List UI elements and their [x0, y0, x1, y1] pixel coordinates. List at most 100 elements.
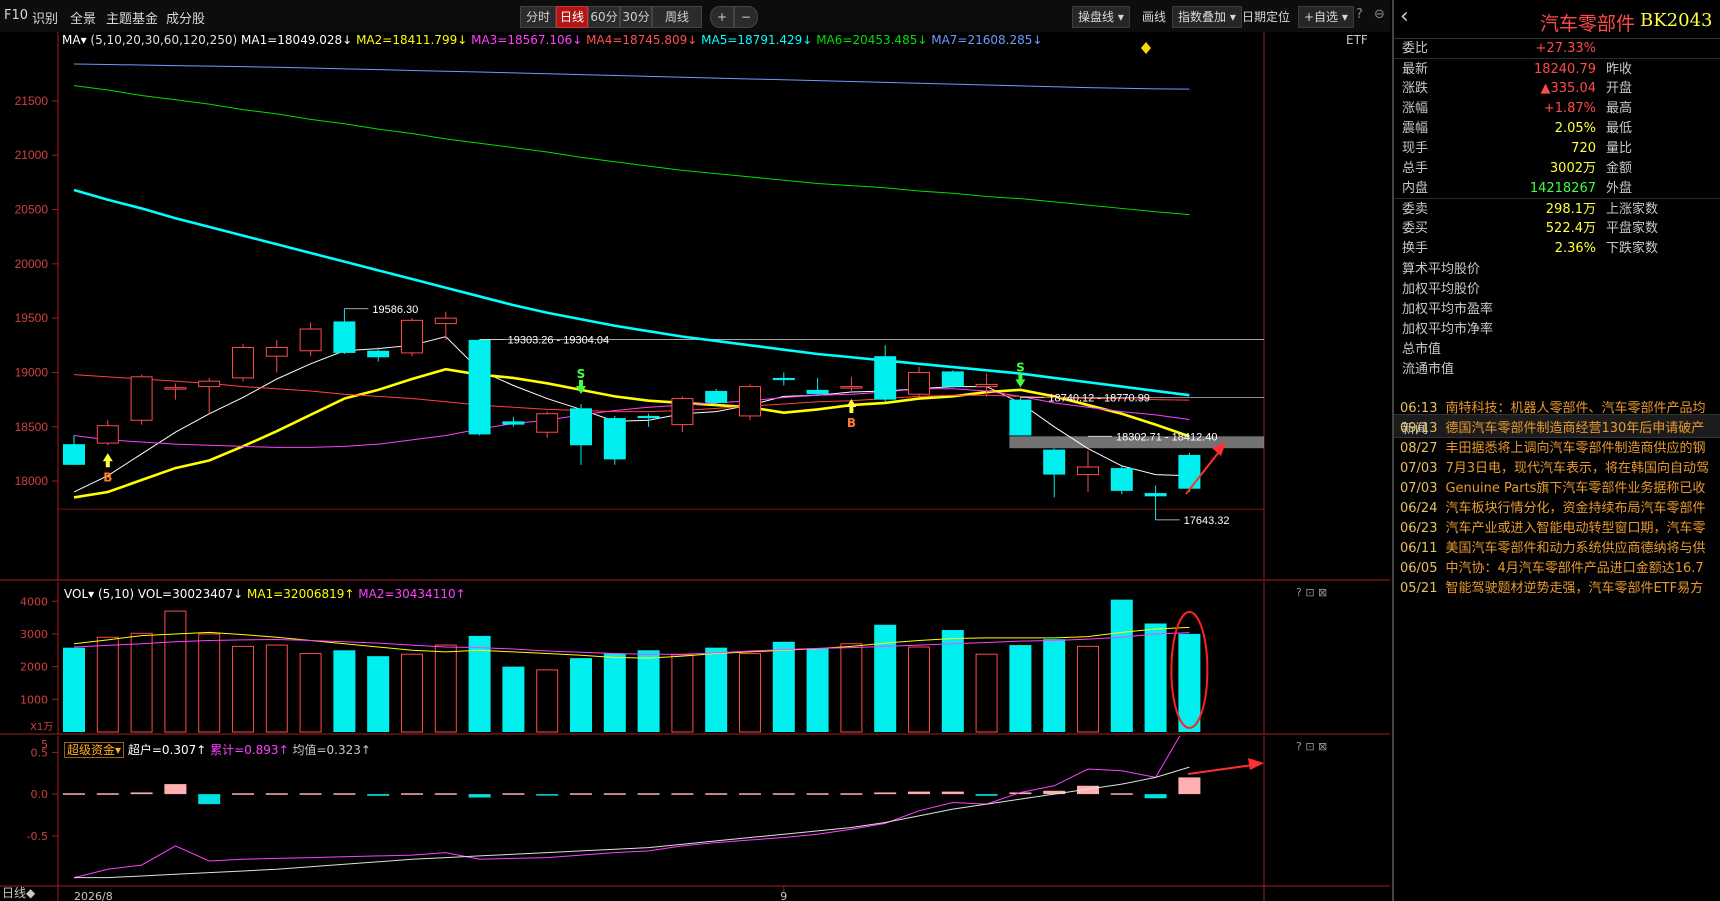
ma-header: MA▾ (5,10,20,30,60,120,250) MA1=18049.02… — [62, 33, 1042, 47]
volume-bar — [434, 644, 457, 733]
ma4-value: MA4=18745.809↓ — [586, 33, 698, 47]
fund-bar — [840, 793, 863, 795]
sell-signal-label: S — [1016, 360, 1025, 374]
news-item[interactable]: 09/13 德国汽车零部件制造商经营130年后申请破产 — [1400, 418, 1720, 440]
f10-button[interactable]: F10 — [4, 8, 28, 23]
volume-selector[interactable]: VOL▾ (5,10) — [64, 587, 134, 601]
fund-bar — [63, 793, 85, 795]
period-tab-timeshare[interactable]: 分时 — [520, 6, 556, 28]
candle — [941, 370, 964, 388]
candle-body — [468, 339, 491, 435]
period-tab-weekly[interactable]: 周线 — [652, 6, 702, 28]
news-headline[interactable]: 美国汽车零部件和动力系统供应商德纳将与供 — [1445, 541, 1705, 556]
x-axis-date-label: 2026/8 — [74, 890, 113, 901]
volume-bar — [1110, 599, 1133, 732]
news-headline[interactable]: 汽车产业或进入智能电动转型窗口期，汽车零 — [1445, 521, 1705, 536]
sector-stat-row: 总市值 — [1402, 342, 1442, 357]
fund-bar — [130, 792, 153, 795]
fund-bar — [671, 793, 694, 795]
news-item[interactable]: 06/24 汽车板块行情分化，资金持续布局汽车零部件 — [1400, 498, 1720, 520]
candlestick-chart[interactable]: 18000 18500 19000 19500 20000 20500 21000 21500… — [0, 32, 1390, 581]
news-date: 06/05 — [1400, 561, 1438, 576]
buy-signal-label: B — [103, 470, 112, 484]
etf-label[interactable]: ETF — [1346, 33, 1368, 47]
news-item[interactable]: 05/21 智能驾驶题材逆势走强，汽车零部件ETF易方 — [1400, 578, 1720, 600]
identify-button[interactable]: 识别 — [32, 8, 58, 27]
volume-y-tick-label: 4000 — [20, 595, 48, 608]
volume-bar — [975, 653, 998, 733]
period-indicator[interactable]: 日线◆ — [2, 884, 35, 901]
fund-bar — [434, 793, 457, 795]
add-watchlist-dropdown[interactable]: +自选 ▾ — [1298, 6, 1354, 28]
news-item[interactable]: 07/03 Genuine Parts旗下汽车零部件业务据称已收 — [1400, 478, 1720, 500]
fund-tools-icon: ? ⊡ ⊠ — [1296, 740, 1327, 753]
quote-value: 522.4万 — [1545, 221, 1596, 236]
volume-bar — [164, 610, 187, 733]
news-item[interactable]: 06/05 中汽协：4月汽车零部件产品进口金额达16.7 — [1400, 558, 1720, 580]
constituents-button[interactable]: 成分股 — [166, 8, 205, 27]
ma1-value: MA1=18049.028↓ — [241, 33, 353, 47]
buy-signal-label: B — [847, 416, 856, 430]
quote-row: 委买 522.4万 平盘家数 — [1394, 218, 1720, 240]
panorama-button[interactable]: 全景 — [70, 8, 96, 27]
quote-label: 换手 — [1402, 241, 1429, 256]
candle — [130, 374, 153, 425]
close-panel-icon[interactable]: ⊖ — [1374, 7, 1385, 22]
period-tab-30min[interactable]: 30分 — [620, 6, 652, 28]
theme-fund-button[interactable]: 主题基金 — [106, 8, 158, 27]
candle — [1178, 452, 1201, 492]
news-item[interactable]: 07/03 7月3日电，现代汽车表示，将在韩国向自动驾 — [1400, 458, 1720, 480]
news-headline[interactable]: 汽车板块行情分化，资金持续布局汽车零部件 — [1445, 501, 1705, 516]
news-headline[interactable]: 智能驾驶题材逆势走强，汽车零部件ETF易方 — [1445, 581, 1703, 596]
sector-name: 汽车零部件 — [1540, 13, 1636, 35]
volume-y-tick-label: 3000 — [20, 628, 48, 641]
fund-bar — [772, 793, 795, 795]
news-item[interactable]: 06/11 美国汽车零部件和动力系统供应商德纳将与供 — [1400, 538, 1720, 560]
back-arrow-icon[interactable]: ‹ — [1400, 4, 1409, 29]
news-headline[interactable]: 丰田据悉将上调向汽车零部件制造商供应的钢 — [1445, 441, 1705, 456]
volume-chart[interactable]: 1000 2000 3000 4000 X1万 ? ⊡ ⊠ — [0, 582, 1390, 735]
vol-value: VOL=30023407↓ — [137, 587, 244, 601]
news-headline[interactable]: 中汽协：4月汽车零部件产品进口金额达16.7 — [1445, 561, 1703, 576]
super-fund-chart[interactable]: -0.50.00.552026/8 9? ⊡ ⊠ — [0, 736, 1390, 901]
sector-stat-row: 加权平均市盈率 — [1402, 302, 1494, 317]
news-date: 06/23 — [1400, 521, 1438, 536]
side-panel-header: ‹ 汽车零部件 BK2043 — [1394, 0, 1720, 39]
zoom-in-button[interactable]: + — [710, 6, 734, 28]
help-icon[interactable]: ? — [1356, 7, 1363, 22]
quote-value: 14218267 — [1529, 181, 1596, 196]
sector-code: BK2043 — [1640, 10, 1713, 31]
news-headline[interactable]: 南特科技：机器人零部件、汽车零部件产品均 — [1445, 401, 1705, 416]
draw-line-button[interactable]: 画线 — [1136, 6, 1172, 28]
quote-value: ▲335.04 — [1540, 81, 1597, 96]
fund-selector[interactable]: 超级资金▾ — [64, 742, 125, 758]
ma-selector[interactable]: MA▾ — [62, 33, 87, 47]
news-item[interactable]: 06/23 汽车产业或进入智能电动转型窗口期，汽车零 — [1400, 518, 1720, 540]
candle-body — [536, 413, 559, 433]
candle-body — [1077, 466, 1099, 476]
news-item[interactable]: 06:13 南特科技：机器人零部件、汽车零部件产品均 — [1400, 398, 1720, 420]
date-locate-button[interactable]: 日期定位 — [1236, 6, 1296, 28]
zoom-out-button[interactable]: − — [734, 6, 758, 28]
volume-bar — [502, 666, 525, 732]
sector-stat-row: 加权平均股价 — [1402, 282, 1481, 297]
fund-bar — [806, 793, 829, 795]
news-headline[interactable]: 7月3日电，现代汽车表示，将在韩国向自动驾 — [1445, 461, 1709, 476]
index-overlay-dropdown[interactable]: 指数叠加 ▾ — [1172, 6, 1242, 28]
price-annotation: 19303.26 - 19304.04 — [508, 334, 610, 346]
candle-body — [367, 350, 390, 358]
trading-line-dropdown[interactable]: 操盘线 ▾ — [1072, 6, 1130, 28]
y-tick-label: 19000 — [15, 365, 49, 379]
quote-label-secondary: 量比 — [1606, 141, 1633, 156]
period-tab-60min[interactable]: 60分 — [588, 6, 620, 28]
fund-bar — [265, 793, 288, 795]
volume-bar — [63, 647, 85, 732]
fund-bar — [1178, 777, 1201, 795]
news-item[interactable]: 08/27 丰田据悉将上调向汽车零部件制造商供应的钢 — [1400, 438, 1720, 460]
volume-bar — [1009, 645, 1032, 732]
period-tab-daily[interactable]: 日线 — [556, 6, 588, 28]
news-headline[interactable]: Genuine Parts旗下汽车零部件业务据称已收 — [1445, 481, 1705, 496]
news-headline[interactable]: 德国汽车零部件制造商经营130年后申请破产 — [1445, 421, 1704, 436]
volume-bar — [908, 646, 930, 733]
volume-bar — [806, 648, 829, 732]
